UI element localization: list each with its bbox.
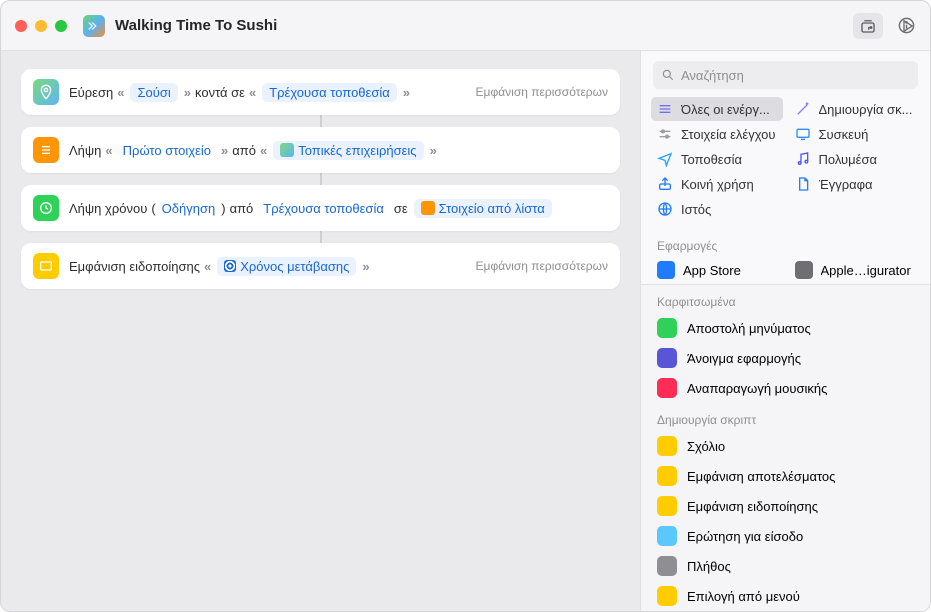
item-selector-token[interactable]: Πρώτο στοιχείο: [119, 141, 215, 160]
apps-grid: App StoreApple…iguratorΒιβλίαΑριθμομηχαν…: [641, 257, 930, 284]
actions-sidebar: Αναζήτηση Όλες οι ενέργ...Δημιουργία σκ.…: [640, 51, 930, 611]
action-find-places[interactable]: Εύρεση « Σούσι » κοντά σε « Τρέχουσα τοπ…: [21, 69, 620, 115]
variable-token[interactable]: Χρόνος μετάβασης: [217, 257, 356, 276]
input-variable-token[interactable]: Τοπικές επιχειρήσεις: [273, 141, 423, 160]
chevron-icon: »: [403, 85, 410, 100]
chevron-icon: »: [184, 85, 191, 100]
pinned-list: Αποστολή μηνύματοςΆνοιγμα εφαρμογήςΑναπα…: [641, 313, 930, 403]
action-show-notification[interactable]: Εμφάνιση ειδοποίησης « Χρόνος μετάβασης …: [21, 243, 620, 289]
paren: ): [221, 201, 225, 216]
pinned-header: Καρφιτσωμένα: [641, 285, 930, 313]
script-action-item[interactable]: Εμφάνιση ειδοποίησης: [651, 491, 920, 521]
mode-token[interactable]: Οδήγηση: [158, 199, 220, 218]
maps-icon: [33, 79, 59, 105]
sidebar-toolbar: [640, 1, 930, 51]
script-action-item[interactable]: Ερώτηση για είσοδο: [651, 521, 920, 551]
action-text: Λήψη χρόνου: [69, 201, 147, 216]
category-item[interactable]: Έγγραφα: [789, 172, 921, 196]
show-more-link[interactable]: Εμφάνιση περισσότερων: [476, 259, 608, 273]
action-text: από: [232, 143, 256, 158]
search-input[interactable]: Αναζήτηση: [653, 61, 918, 89]
category-item[interactable]: Συσκευή: [789, 122, 921, 146]
apps-header: Εφαρμογές: [641, 229, 930, 257]
library-button[interactable]: [853, 13, 883, 39]
window-controls: [15, 20, 67, 32]
notification-icon: [33, 253, 59, 279]
paren: (: [151, 201, 155, 216]
category-item[interactable]: Κοινή χρήση: [651, 172, 783, 196]
action-text: Εμφάνιση ειδοποίησης: [69, 259, 200, 274]
maximize-button[interactable]: [55, 20, 67, 32]
script-action-item[interactable]: Εμφάνιση αποτελέσματος: [651, 461, 920, 491]
action-text: από: [230, 201, 254, 216]
shortcut-icon: [83, 15, 105, 37]
start-location-token[interactable]: Τρέχουσα τοποθεσία: [259, 199, 388, 218]
category-item[interactable]: Τοποθεσία: [651, 147, 783, 171]
workflow-editor[interactable]: Εύρεση « Σούσι » κοντά σε « Τρέχουσα τοπ…: [1, 51, 640, 611]
script-header: Δημιουργία σκριπτ: [641, 403, 930, 431]
search-icon: [661, 68, 675, 82]
close-button[interactable]: [15, 20, 27, 32]
minimize-button[interactable]: [35, 20, 47, 32]
chevron-icon: «: [117, 85, 124, 100]
chevron-icon: «: [249, 85, 256, 100]
action-text: Λήψη: [69, 143, 101, 158]
list-icon: [33, 137, 59, 163]
category-item[interactable]: Δημιουργία σκ...: [789, 97, 921, 121]
pinned-item[interactable]: Αναπαραγωγή μουσικής: [651, 373, 920, 403]
search-term-token[interactable]: Σούσι: [130, 83, 177, 102]
search-placeholder: Αναζήτηση: [681, 68, 744, 83]
category-grid: Όλες οι ενέργ...Δημιουργία σκ...Στοιχεία…: [641, 97, 930, 229]
chevron-icon: »: [221, 143, 228, 158]
category-item[interactable]: Στοιχεία ελέγχου: [651, 122, 783, 146]
clock-icon: [33, 195, 59, 221]
pinned-item[interactable]: Αποστολή μηνύματος: [651, 313, 920, 343]
script-action-item[interactable]: Πλήθος: [651, 551, 920, 581]
chevron-icon: «: [105, 143, 112, 158]
category-item[interactable]: Όλες οι ενέργ...: [651, 97, 783, 121]
location-token[interactable]: Τρέχουσα τοποθεσία: [262, 83, 397, 102]
pinned-item[interactable]: Άνοιγμα εφαρμογής: [651, 343, 920, 373]
sidebar-lower: Καρφιτσωμένα Αποστολή μηνύματοςΆνοιγμα ε…: [641, 284, 930, 611]
script-list: ΣχόλιοΕμφάνιση αποτελέσματοςΕμφάνιση ειδ…: [641, 431, 930, 611]
action-text: σε: [394, 201, 408, 216]
show-more-link[interactable]: Εμφάνιση περισσότερων: [476, 85, 608, 99]
content-area: Εύρεση « Σούσι » κοντά σε « Τρέχουσα τοπ…: [1, 51, 930, 611]
chevron-icon: «: [260, 143, 267, 158]
action-get-item[interactable]: Λήψη « Πρώτο στοιχείο » από « Τοπικές επ…: [21, 127, 620, 173]
chevron-icon: »: [430, 143, 437, 158]
sidebar-upper: Αναζήτηση Όλες οι ενέργ...Δημιουργία σκ.…: [641, 51, 930, 284]
app-item[interactable]: Apple…igurator: [789, 257, 921, 283]
script-action-item[interactable]: Επιλογή από μενού: [651, 581, 920, 611]
category-item[interactable]: Ιστός: [651, 197, 783, 221]
category-item[interactable]: Πολυμέσα: [789, 147, 921, 171]
destination-token[interactable]: Στοιχείο από λίστα: [414, 199, 552, 218]
app-window: Walking Time To Sushi Εύρεση « Σούσι » κ…: [0, 0, 931, 612]
action-text: κοντά σε: [195, 85, 245, 100]
script-action-item[interactable]: Σχόλιο: [651, 431, 920, 461]
action-text: Εύρεση: [69, 85, 113, 100]
info-button[interactable]: [897, 16, 916, 35]
chevron-icon: »: [362, 259, 369, 274]
action-get-travel-time[interactable]: Λήψη χρόνου ( Οδήγηση ) από Τρέχουσα τοπ…: [21, 185, 620, 231]
app-item[interactable]: App Store: [651, 257, 783, 283]
chevron-icon: «: [204, 259, 211, 274]
